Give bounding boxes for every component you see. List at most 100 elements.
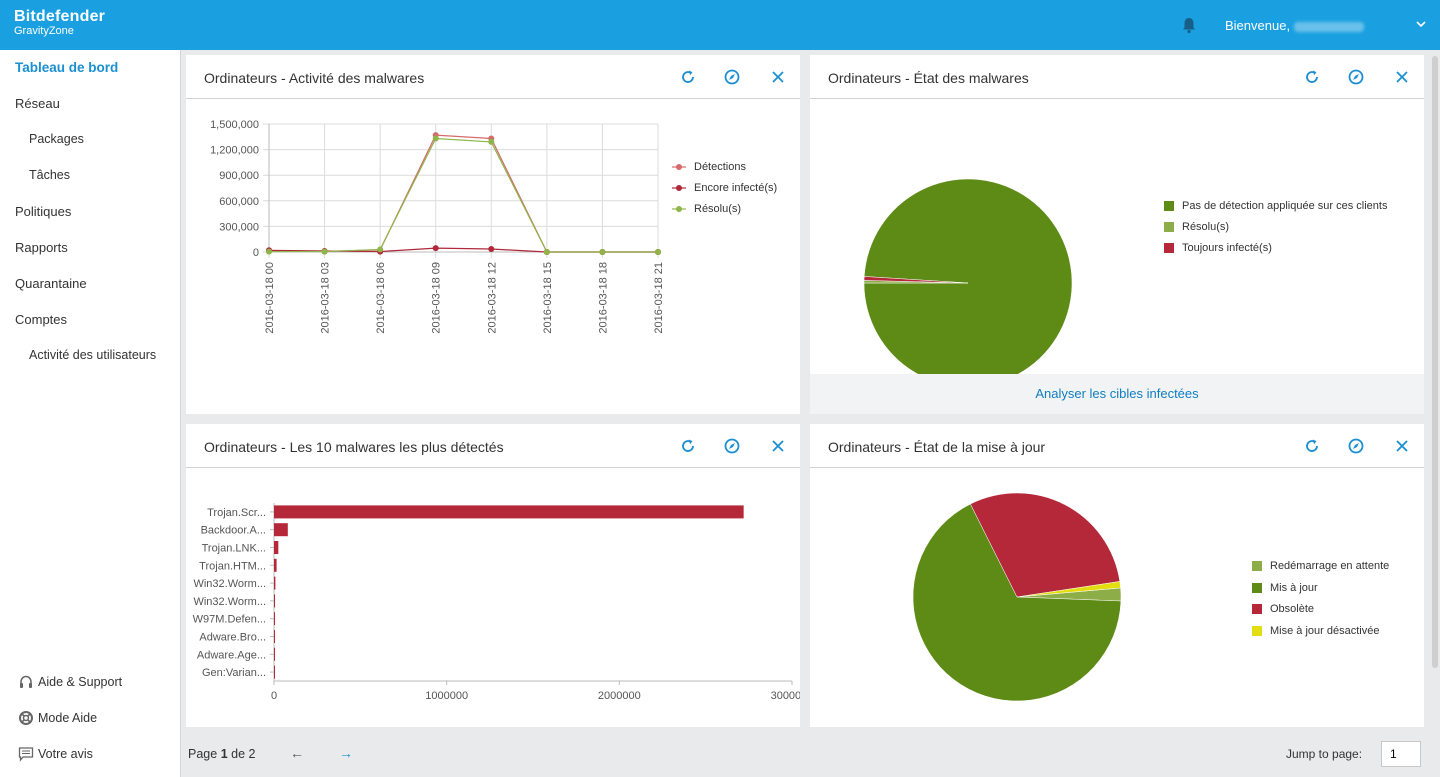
panel-top10-malware: Ordinateurs - Les 10 malwares les plus d…: [186, 424, 813, 727]
welcome-text[interactable]: Bienvenue,: [1225, 18, 1365, 33]
data-point: [655, 249, 661, 255]
data-point: [543, 249, 550, 255]
legend-label: Obsolète: [1270, 603, 1315, 615]
jump-to-page-input[interactable]: [1381, 741, 1421, 767]
refresh-icon[interactable]: [679, 68, 697, 86]
bar: [274, 505, 744, 519]
bar: [274, 647, 275, 661]
bell-icon[interactable]: [1180, 16, 1198, 34]
legend-item[interactable]: Redémarrage en attente: [1252, 560, 1389, 572]
x-tick-label: 2016-03-18 12: [486, 262, 498, 334]
sidebar-item-dashboard[interactable]: Tableau de bord: [15, 60, 118, 75]
legend-swatch: [1252, 561, 1262, 571]
feedback-label: Votre avis: [38, 747, 93, 761]
legend-swatch: [1164, 201, 1174, 211]
refresh-icon[interactable]: [679, 437, 697, 455]
legend-label: Détections: [694, 161, 746, 173]
compass-icon[interactable]: [1347, 437, 1365, 455]
prev-page-button[interactable]: ←: [290, 745, 304, 761]
y-tick-label: 1,500,000: [210, 119, 259, 131]
series-line: [268, 134, 658, 253]
y-tick-label: Trojan.HTM...: [199, 560, 266, 572]
chevron-down-icon[interactable]: [1415, 18, 1427, 30]
legend-item[interactable]: Mis à jour: [1252, 582, 1318, 594]
sidebar-item-accounts[interactable]: Comptes: [15, 312, 67, 327]
sidebar-item-policies[interactable]: Politiques: [15, 204, 71, 219]
x-tick-label: 2016-03-18 09: [431, 262, 443, 334]
x-tick-label: 2016-03-18 00: [264, 262, 276, 334]
x-tick-label: 2016-03-18 03: [320, 262, 332, 334]
panel-body: 0 1000000 2000000 3000000 Trojan.Scr... Backd…: [186, 469, 813, 727]
sidebar-item-packages[interactable]: Packages: [29, 132, 84, 146]
compass-icon[interactable]: [723, 437, 741, 455]
close-icon[interactable]: [1393, 68, 1411, 86]
close-icon[interactable]: [769, 68, 787, 86]
sidebar-item-tasks[interactable]: Tâches: [29, 168, 70, 182]
page-prefix: Page: [188, 747, 218, 761]
legend-item[interactable]: Mise à jour désactivée: [1252, 625, 1379, 637]
bar: [274, 612, 275, 626]
analyze-infected-targets-link[interactable]: Analyser les cibles infectées: [810, 374, 1424, 414]
legend-label: Résolu(s): [1182, 221, 1230, 233]
legend-item[interactable]: Encore infecté(s): [672, 182, 777, 194]
product-name: GravityZone: [14, 25, 74, 37]
sidebar-item-reports[interactable]: Rapports: [15, 240, 68, 255]
logo[interactable]: Bitdefender GravityZone: [14, 9, 105, 37]
data-point: [266, 248, 272, 255]
sidebar-item-user-activity[interactable]: Activité des utilisateurs: [29, 348, 156, 362]
bar: [274, 523, 288, 537]
x-tick-label: 0: [271, 690, 277, 702]
help-support-link[interactable]: Aide & Support: [18, 674, 122, 690]
next-page-button[interactable]: →: [339, 745, 353, 761]
bar: [274, 541, 279, 554]
legend-item[interactable]: Toujours infecté(s): [1164, 242, 1272, 254]
y-tick-label: 300,000: [219, 221, 259, 233]
close-icon[interactable]: [1393, 437, 1411, 455]
page-scrollbar[interactable]: [1432, 56, 1438, 668]
headset-icon: [20, 675, 32, 688]
legend-item[interactable]: Obsolète: [1252, 603, 1314, 615]
panel-body: Pas de détection appliquée sur ces clien…: [810, 100, 1424, 414]
refresh-icon[interactable]: [1303, 437, 1321, 455]
legend-swatch: [1252, 582, 1262, 593]
top-header: Bitdefender GravityZone Bienvenue,: [0, 0, 1440, 50]
help-support-label: Aide & Support: [38, 675, 123, 689]
close-icon[interactable]: [769, 437, 787, 455]
legend-label: Mis à jour: [1270, 581, 1318, 594]
legend-label: Résolu(s): [694, 203, 742, 215]
sidebar-item-network[interactable]: Réseau: [15, 96, 60, 111]
data-point: [432, 245, 439, 252]
pie-chart-malware-status: [863, 178, 1073, 388]
compass-icon[interactable]: [1347, 68, 1365, 86]
help-mode-link[interactable]: Mode Aide: [18, 710, 97, 726]
bar: [274, 558, 277, 572]
bar: [274, 576, 276, 590]
legend-swatch: [1252, 604, 1262, 614]
bar-chart: 0 1000000 2000000 3000000 Trojan.Scr... Backd…: [193, 503, 813, 702]
y-tick-label: Adware.Age...: [197, 649, 266, 661]
refresh-icon[interactable]: [1303, 68, 1321, 86]
legend-swatch: [1164, 222, 1174, 232]
y-tick-label: W97M.Defen...: [193, 614, 266, 626]
sidebar-item-quarantine[interactable]: Quarantaine: [15, 276, 87, 291]
compass-icon[interactable]: [723, 68, 741, 86]
legend-item[interactable]: Détections: [672, 161, 746, 173]
y-tick-label: 900,000: [219, 170, 259, 182]
legend-item[interactable]: Résolu(s): [1164, 221, 1229, 233]
bar: [274, 594, 276, 608]
x-tick-label: 2016-03-18 15: [542, 262, 554, 334]
x-tick-label: 2000000: [598, 690, 641, 702]
panel-header: Ordinateurs - Les 10 malwares les plus d…: [186, 424, 800, 468]
panel-malware-activity: Ordinateurs - Activité des malwares 0 300…: [186, 55, 800, 414]
x-tick-label: 1000000: [425, 690, 468, 702]
y-tick-label: 600,000: [219, 196, 259, 208]
legend-item[interactable]: Pas de détection appliquée sur ces clien…: [1164, 200, 1387, 212]
legend-swatch: [1252, 625, 1262, 636]
feedback-link[interactable]: Votre avis: [18, 746, 93, 762]
panel-header: Ordinateurs - Activité des malwares: [186, 55, 800, 99]
y-tick-label: Backdoor.A...: [201, 525, 266, 537]
lifebuoy-icon: [19, 711, 33, 725]
legend-item[interactable]: Résolu(s): [672, 203, 741, 215]
comment-icon: [18, 747, 34, 762]
x-tick-label: 3000000: [771, 690, 800, 702]
